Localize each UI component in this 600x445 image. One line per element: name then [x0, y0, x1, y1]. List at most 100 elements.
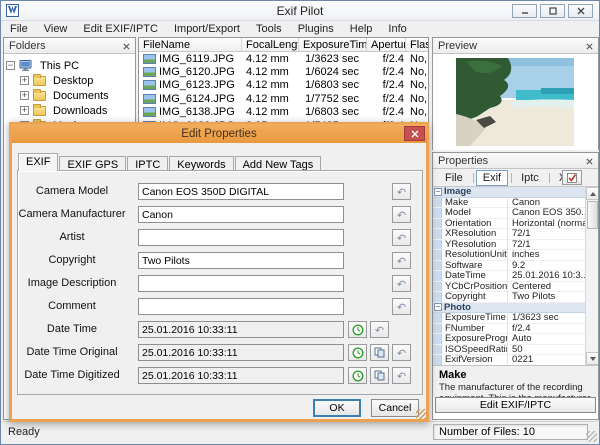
menu-file[interactable]: File	[2, 22, 36, 37]
undo-icon	[397, 368, 406, 383]
properties-grid: Image Make Canon Model Canon EOS 350... Or…	[433, 187, 598, 365]
column-header-exposuretime[interactable]: ExposureTime	[299, 38, 367, 51]
date-time-original-input[interactable]	[138, 344, 344, 361]
property-value: 0221	[512, 354, 534, 365]
properties-scrollbar[interactable]	[585, 187, 598, 365]
cancel-button[interactable]: Cancel	[371, 399, 419, 417]
tab-exif-dialog[interactable]: EXIF	[18, 153, 59, 171]
minus-icon[interactable]	[6, 61, 15, 70]
menu-edit-exif-iptc[interactable]: Edit EXIF/IPTC	[75, 22, 166, 37]
minimize-button[interactable]	[512, 4, 537, 18]
comment-input[interactable]	[138, 298, 344, 315]
menu-help[interactable]: Help	[342, 22, 381, 37]
close-icon	[585, 42, 593, 50]
group-gutter	[433, 292, 442, 302]
scroll-up-button[interactable]	[586, 187, 598, 200]
dialog-close-button[interactable]	[404, 126, 425, 141]
menu-info[interactable]: Info	[380, 22, 414, 37]
undo-button[interactable]	[392, 275, 411, 292]
undo-button[interactable]	[370, 321, 389, 338]
file-aperture: f/2.4	[382, 92, 404, 105]
menu-import-export[interactable]: Import/Export	[166, 22, 248, 37]
menu-view[interactable]: View	[36, 22, 76, 37]
plus-icon[interactable]	[20, 106, 29, 115]
camera-model-input[interactable]	[138, 183, 344, 200]
file-row[interactable]: IMG_6138.JPG 4.12 mm 1/6803 sec f/2.4 No…	[139, 106, 428, 119]
field-label: Image Description	[27, 277, 117, 289]
tree-label: Desktop	[53, 74, 94, 87]
property-value: f/2.4	[512, 322, 531, 334]
preview-close-button[interactable]	[583, 40, 595, 52]
close-icon	[577, 7, 584, 15]
file-row[interactable]: IMG_6124.JPG 4.12 mm 1/7752 sec f/2.4 No…	[139, 92, 428, 105]
undo-button[interactable]	[392, 344, 411, 361]
set-time-button[interactable]	[348, 344, 367, 361]
minus-icon[interactable]	[434, 187, 442, 196]
artist-input[interactable]	[138, 229, 344, 246]
tab-file[interactable]: File	[438, 170, 470, 186]
undo-button[interactable]	[392, 298, 411, 315]
undo-button[interactable]	[392, 183, 411, 200]
field-label: Date Time Original	[26, 346, 118, 358]
menu-tools[interactable]: Tools	[248, 22, 290, 37]
dialog-title-bar[interactable]: Edit Properties	[11, 124, 427, 143]
scroll-down-button[interactable]	[586, 352, 598, 365]
tree-item-this-pc[interactable]: This PC	[6, 58, 133, 73]
file-row[interactable]: IMG_6123.JPG 4.12 mm 1/6803 sec f/2.4 No…	[139, 79, 428, 92]
tab-iptc-dialog[interactable]: IPTC	[127, 156, 169, 171]
properties-close-button[interactable]	[583, 155, 595, 167]
edit-exif-iptc-button[interactable]: Edit EXIF/IPTC	[435, 397, 596, 413]
plus-icon[interactable]	[20, 76, 29, 85]
clock-icon	[351, 369, 364, 382]
select-tags-button[interactable]	[562, 170, 582, 185]
maximize-button[interactable]	[540, 4, 565, 18]
tree-item-documents[interactable]: Documents	[6, 88, 133, 103]
tab-iptc[interactable]: Iptc	[514, 170, 546, 186]
folders-panel-title: Folders	[9, 40, 46, 52]
property-name: Model	[442, 207, 508, 219]
column-header-filename[interactable]: FileName	[139, 38, 242, 51]
tab-keywords[interactable]: Keywords	[169, 156, 234, 171]
property-name: ResolutionUnit	[442, 249, 508, 261]
undo-button[interactable]	[392, 252, 411, 269]
minus-icon[interactable]	[434, 303, 442, 312]
copy-button[interactable]	[370, 344, 389, 361]
column-header-flash[interactable]: Flash	[406, 38, 428, 51]
close-button[interactable]	[568, 4, 593, 18]
tab-exif-gps[interactable]: EXIF GPS	[59, 156, 127, 171]
column-header-aperture[interactable]: Aperture	[367, 38, 406, 51]
undo-button[interactable]	[392, 367, 411, 384]
file-row[interactable]: IMG_6120.JPG 4.12 mm 1/6024 sec f/2.4 No…	[139, 65, 428, 78]
property-name: ExposureTime	[442, 312, 508, 324]
resize-grip[interactable]	[586, 431, 597, 442]
tab-add-new-tags[interactable]: Add New Tags	[234, 156, 322, 171]
title-bar[interactable]: Exif Pilot	[1, 1, 599, 21]
file-row[interactable]: IMG_6119.JPG 4.12 mm 1/3623 sec f/2.4 No…	[139, 52, 428, 65]
set-time-button[interactable]	[348, 321, 367, 338]
preview-panel: Preview	[432, 37, 599, 150]
tab-exif[interactable]: Exif	[475, 169, 509, 186]
date-time-input[interactable]	[138, 321, 344, 338]
status-files-count: Number of Files: 10	[433, 424, 588, 440]
scrollbar-thumb[interactable]	[587, 201, 598, 229]
folders-close-button[interactable]	[120, 40, 132, 52]
tree-item-downloads[interactable]: Downloads	[6, 103, 133, 118]
field-row-image-description: Image Description	[12, 275, 418, 292]
tree-item-desktop[interactable]: Desktop	[6, 73, 133, 88]
set-time-button[interactable]	[348, 367, 367, 384]
property-row-exifversion[interactable]: ExifVersion 0221	[433, 354, 585, 365]
column-header-focallength[interactable]: FocalLength	[242, 38, 299, 51]
camera-manufacturer-input[interactable]	[138, 206, 344, 223]
plus-icon[interactable]	[20, 91, 29, 100]
copyright-input[interactable]	[138, 252, 344, 269]
undo-icon	[397, 230, 406, 245]
ok-button[interactable]: OK	[313, 399, 361, 417]
copy-button[interactable]	[370, 367, 389, 384]
date-time-digitized-input[interactable]	[138, 367, 344, 384]
image-description-input[interactable]	[138, 275, 344, 292]
dialog-resize-grip[interactable]	[416, 409, 426, 419]
menu-plugins[interactable]: Plugins	[290, 22, 342, 37]
undo-button[interactable]	[392, 206, 411, 223]
tree-label: Documents	[53, 89, 109, 102]
undo-button[interactable]	[392, 229, 411, 246]
